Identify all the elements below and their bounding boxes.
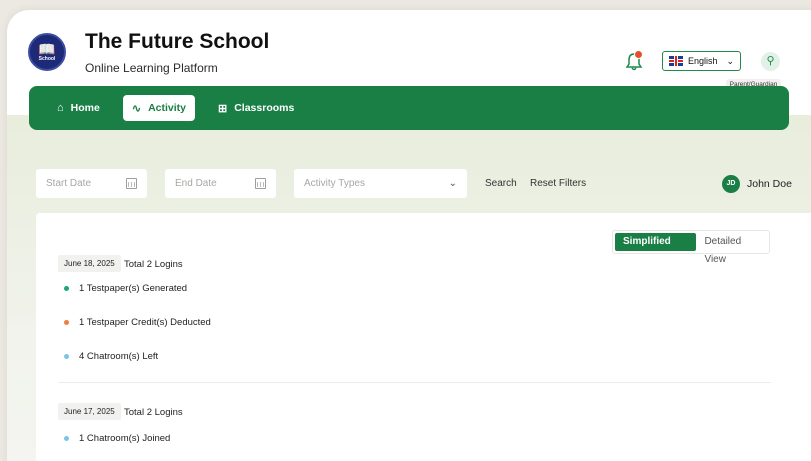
detailed-view-button[interactable]: Detailed View (696, 233, 767, 265)
activity-item: 1 Testpaper Credit(s) Deducted (64, 317, 211, 328)
start-date-field[interactable]: Start Date (36, 169, 147, 198)
date-chip: June 18, 2025 (58, 255, 121, 272)
status-dot (64, 354, 69, 359)
main-nav: ⌂ Home ∿ Activity ⊞ Classrooms (29, 86, 789, 130)
chevron-down-icon: ⌄ (726, 55, 734, 66)
status-dot (64, 286, 69, 291)
home-icon: ⌂ (57, 102, 64, 114)
language-select[interactable]: English ⌄ (662, 51, 741, 71)
activity-item: 1 Testpaper(s) Generated (64, 283, 187, 294)
uk-flag-icon (669, 56, 683, 66)
date-chip: June 17, 2025 (58, 403, 121, 420)
simplified-view-button[interactable]: Simplified View (615, 233, 697, 265)
nav-home[interactable]: ⌂ Home (50, 95, 107, 121)
brand-subtitle: Online Learning Platform (85, 61, 218, 75)
brand-title: The Future School (85, 30, 270, 53)
activity-icon: ∿ (131, 102, 142, 115)
day-divider (58, 382, 771, 383)
user-name[interactable]: John Doe (747, 178, 792, 190)
nav-activity[interactable]: ∿ Activity (122, 95, 195, 121)
book-icon: 📖 (38, 40, 56, 57)
status-dot (64, 436, 69, 441)
status-dot (64, 320, 69, 325)
activity-types-select[interactable]: Activity Types ⌄ (294, 169, 467, 198)
school-logo[interactable]: 📖 School (28, 33, 66, 71)
calendar-icon (126, 178, 137, 189)
view-toggle: Simplified View Detailed View (612, 230, 770, 265)
activity-item: 1 Chatroom(s) Joined (64, 433, 170, 444)
user-icon[interactable]: ⚲ (761, 52, 780, 71)
end-date-field[interactable]: End Date (165, 169, 276, 198)
chevron-down-icon: ⌄ (448, 178, 457, 189)
language-label: English (688, 56, 718, 66)
nav-classrooms[interactable]: ⊞ Classrooms (211, 95, 301, 121)
total-logins: Total 2 Logins (124, 407, 183, 418)
notification-badge (634, 50, 643, 59)
calendar-icon (255, 178, 266, 189)
avatar[interactable]: JD (722, 175, 740, 193)
total-logins: Total 2 Logins (124, 259, 183, 270)
book-icon: ⊞ (218, 102, 228, 115)
search-button[interactable]: Search (485, 178, 517, 189)
activity-item: 4 Chatroom(s) Left (64, 351, 158, 362)
reset-filters-button[interactable]: Reset Filters (530, 178, 586, 189)
